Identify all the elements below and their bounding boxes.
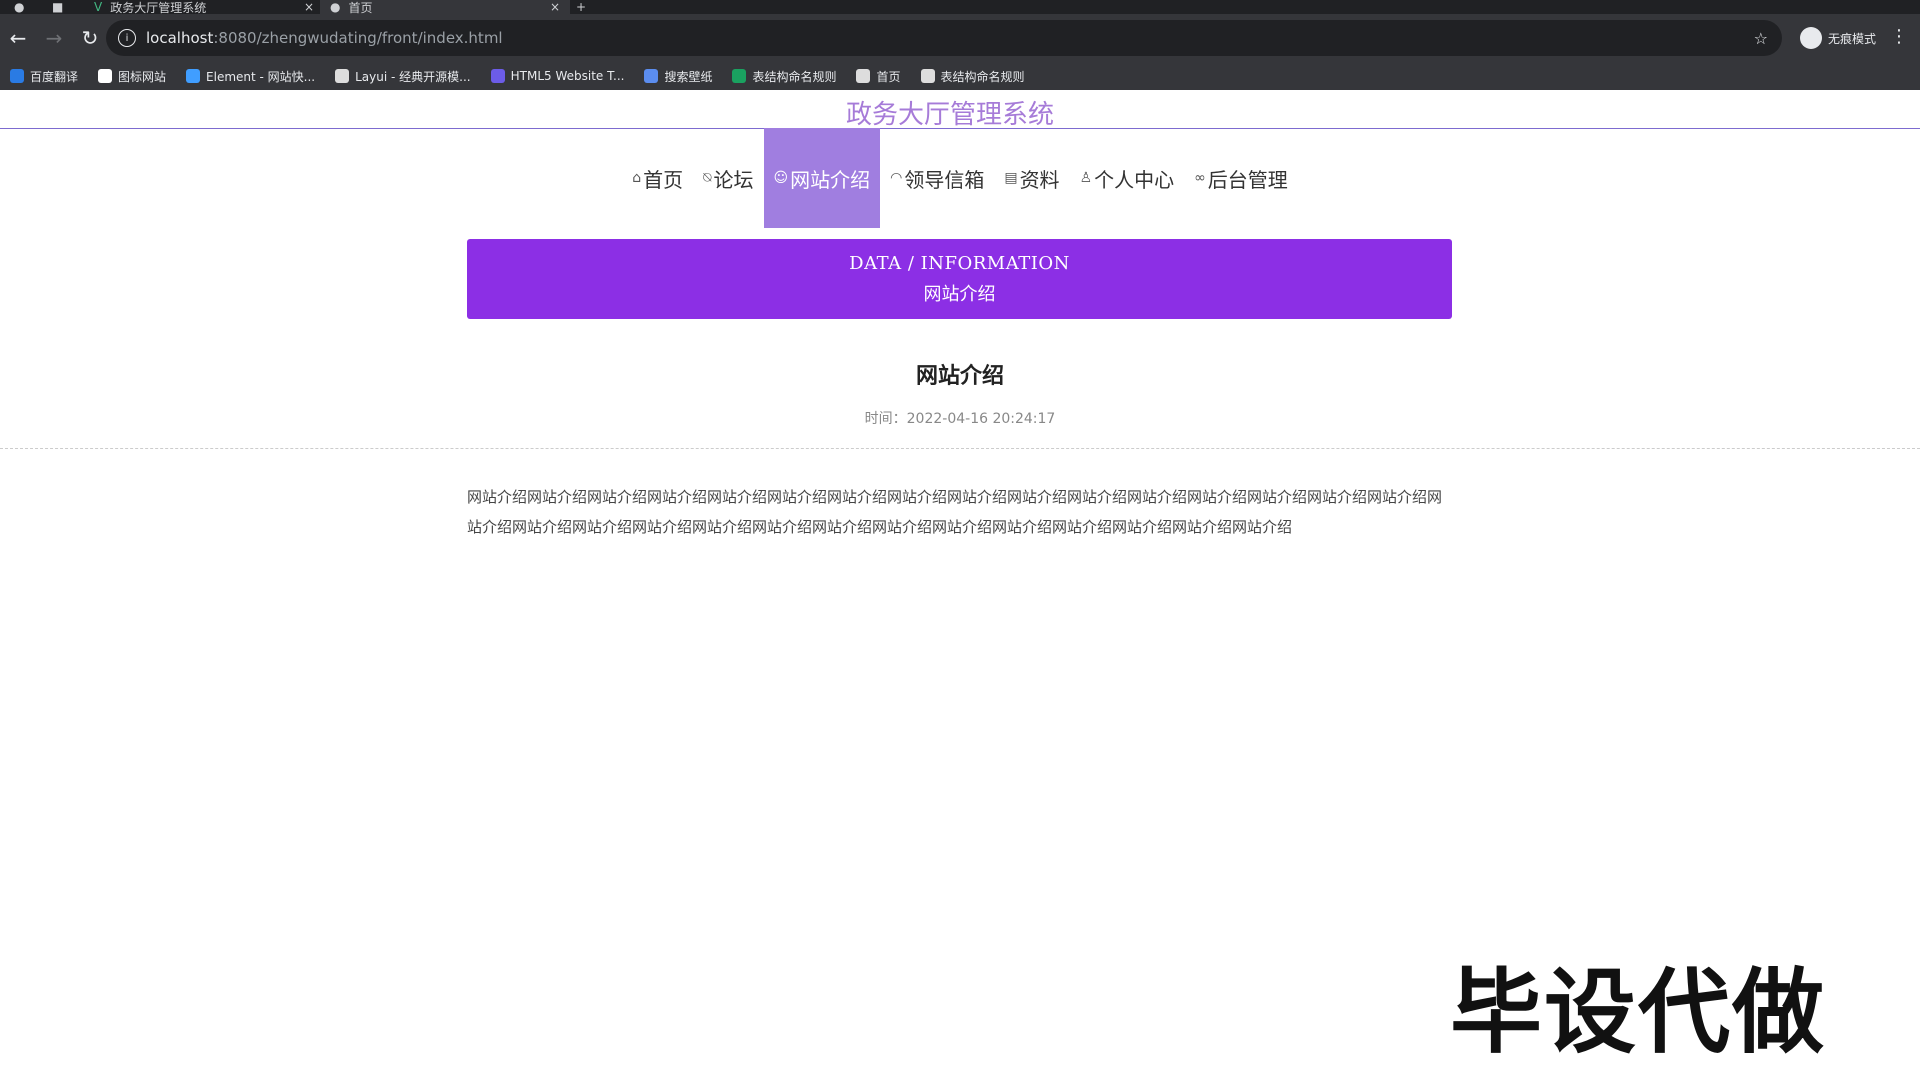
nav-label: 网站介绍: [790, 167, 871, 192]
page-content: 政务大厅管理系统 ⌂ 首页 ⍉ 论坛 ☺ 网站介绍 ◠ 领导信箱 ▤ 资料 ♙ 个人中心 ∞ 后台管理 D…: [0, 90, 1920, 1066]
tab-square-icon: ■: [52, 0, 64, 14]
address-bar[interactable]: i localhost:8080/zhengwudating/front/ind…: [106, 20, 1782, 56]
translate-icon: [10, 69, 24, 83]
nav-label: 资料: [1019, 167, 1060, 192]
tab-close-icon[interactable]: ×: [304, 0, 314, 14]
sheet-icon: [732, 69, 747, 83]
time-value: 2022-04-16 20:24:17: [906, 411, 1056, 427]
bookmark-item[interactable]: Element - 网站快...: [176, 68, 325, 85]
bookmark-label: 百度翻译: [30, 69, 79, 84]
home-icon: ⌂: [632, 170, 642, 186]
site-title: 政务大厅管理系统: [845, 100, 1054, 130]
content-divider: [0, 448, 1920, 449]
nav-item[interactable]: ∞ 后台管理: [1184, 128, 1298, 228]
article-title: 网站介绍: [915, 364, 1004, 389]
nav-label: 首页: [643, 167, 684, 192]
reload-button[interactable]: ↻: [72, 20, 108, 56]
nav-label: 论坛: [713, 167, 754, 192]
bookmark-label: 表结构命名规则: [752, 69, 837, 84]
article-time: 时间：2022-04-16 20:24:17: [0, 408, 1920, 428]
incognito-icon: [1799, 27, 1822, 49]
bookmark-item[interactable]: 首页: [846, 68, 910, 85]
user-icon: ♙: [1079, 170, 1093, 186]
element-icon: [186, 69, 201, 83]
nav-item[interactable]: ◠ 领导信箱: [880, 128, 994, 228]
bookmark-item[interactable]: 表结构命名规则: [911, 68, 1035, 85]
calendar-icon: ▤: [1004, 170, 1018, 186]
globe-icon: ●: [330, 0, 341, 14]
browser-tab-2[interactable]: ● 首页 ×: [320, 0, 570, 15]
browser-menu-button[interactable]: ⋮: [1890, 26, 1908, 47]
incognito-indicator[interactable]: 无痕模式: [1799, 24, 1876, 52]
new-tab-button[interactable]: +: [576, 0, 586, 14]
bookmark-label: Layui - 经典开源模...: [355, 69, 471, 84]
bookmark-label: 首页: [876, 69, 901, 84]
url-path: :8080/zhengwudating/front/index.html: [213, 29, 503, 47]
dashboard-icon: ◠: [890, 170, 903, 186]
nav-item[interactable]: ☺ 网站介绍: [763, 128, 881, 228]
info-icon[interactable]: i: [118, 29, 136, 47]
browser-tab-1[interactable]: V 政务大厅管理系统 ×: [94, 0, 314, 15]
bookmark-label: 图标网站: [118, 69, 167, 84]
bookmark-item[interactable]: 表结构命名规则: [722, 68, 846, 85]
bookmark-label: 搜索壁纸: [664, 69, 713, 84]
bookmark-label: Element - 网站快...: [206, 69, 316, 84]
nav-label: 后台管理: [1207, 167, 1288, 192]
nav-label: 领导信箱: [904, 167, 985, 192]
banner-chinese-title: 网站介绍: [923, 284, 996, 305]
globe-icon: [856, 69, 871, 83]
bookmark-label: HTML5 Website T...: [510, 69, 625, 83]
back-button[interactable]: ←: [0, 20, 36, 56]
time-label: 时间：: [864, 411, 907, 427]
vue-icon: V: [94, 0, 103, 14]
banner-english-title: DATA / INFORMATION: [849, 253, 1070, 274]
watermark-text: 毕设代做: [1450, 959, 1827, 1066]
bookmarks-bar: 百度翻译 图标网站 Element - 网站快... Layui - 经典开源模...…: [0, 62, 1920, 91]
incognito-label: 无痕模式: [1827, 31, 1876, 46]
browser-menu-icon[interactable]: ●: [14, 0, 24, 14]
tab-close-icon[interactable]: ×: [550, 0, 560, 14]
bookmark-star-icon[interactable]: ☆: [1754, 29, 1768, 48]
wallpaper-icon: [644, 69, 659, 83]
bookmark-item[interactable]: Layui - 经典开源模...: [325, 68, 480, 85]
nav-item[interactable]: ♙ 个人中心: [1070, 128, 1185, 228]
html5-icon: [490, 69, 505, 83]
bookmark-item[interactable]: 百度翻译: [0, 68, 88, 85]
forward-button[interactable]: →: [36, 20, 72, 56]
bookmark-item[interactable]: 搜索壁纸: [634, 68, 722, 85]
main-nav: ⌂ 首页 ⍉ 论坛 ☺ 网站介绍 ◠ 领导信箱 ▤ 资料 ♙ 个人中心 ∞ 后台管理: [0, 128, 1920, 228]
smile-icon: ☺: [773, 170, 789, 186]
link-icon: ∞: [1194, 170, 1206, 186]
bookmark-item[interactable]: HTML5 Website T...: [481, 69, 635, 83]
url-text[interactable]: localhost:8080/zhengwudating/front/index…: [146, 29, 503, 47]
bookmark-label: 表结构命名规则: [940, 69, 1025, 84]
article-body: 网站介绍网站介绍网站介绍网站介绍网站介绍网站介绍网站介绍网站介绍网站介绍网站介绍…: [467, 488, 1443, 536]
nav-label: 个人中心: [1094, 167, 1175, 192]
bookmark-item[interactable]: 图标网站: [88, 68, 176, 85]
nav-item[interactable]: ⍉ 论坛: [693, 128, 763, 228]
globe-icon: [920, 69, 935, 83]
tag-icon: ⍉: [703, 170, 712, 186]
layui-icon: [335, 69, 350, 83]
url-host: localhost: [146, 29, 214, 47]
browser-tab-bar: ● ■ V 政务大厅管理系统 × ● 首页 × +: [0, 0, 1920, 15]
flag-icon: [98, 69, 113, 83]
nav-item[interactable]: ▤ 资料: [994, 128, 1069, 228]
nav-item[interactable]: ⌂ 首页: [622, 128, 693, 228]
section-banner: DATA / INFORMATION 网站介绍: [467, 239, 1452, 319]
browser-toolbar: ← → ↻ i localhost:8080/zhengwudating/fro…: [0, 14, 1920, 62]
